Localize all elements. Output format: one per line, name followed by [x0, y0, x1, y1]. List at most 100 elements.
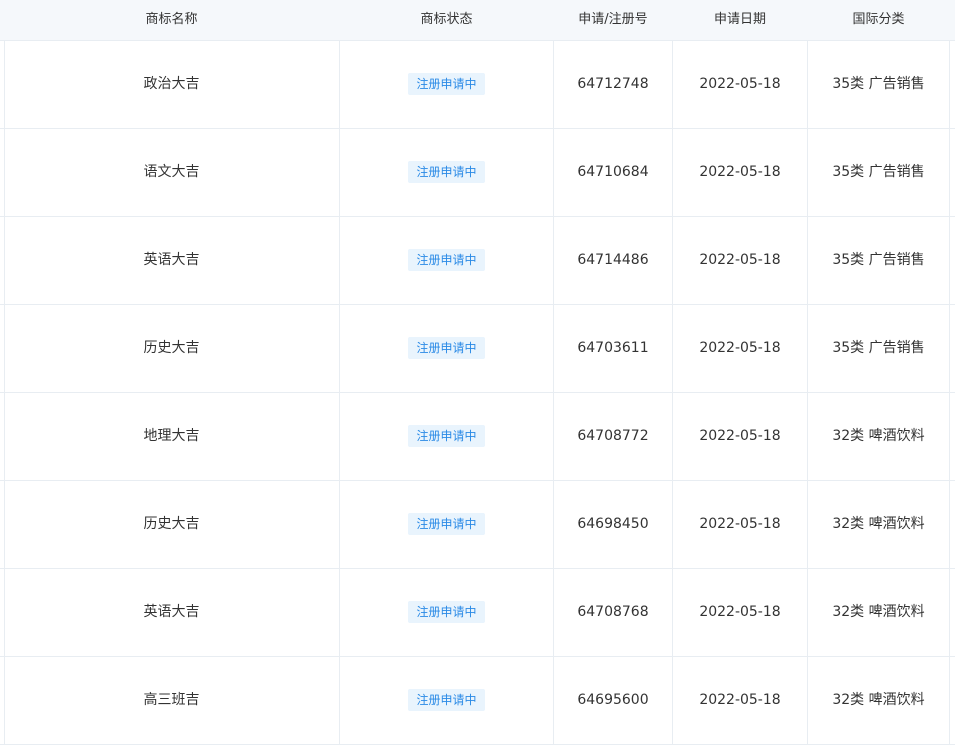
international-class: 32类 啤酒饮料: [832, 604, 925, 620]
status-badge: 注册申请中: [408, 161, 485, 183]
table-body: 政治大吉 注册申请中 64712748 2022-05-18 35类 广告销售 语文大吉注…: [0, 41, 955, 751]
registration-number: 64708772: [577, 428, 649, 444]
column-divider: [949, 217, 950, 305]
registration-number-cell: 64698450: [554, 481, 672, 568]
status-badge: 注册申请中: [408, 73, 485, 95]
status-badge: 注册申请中: [408, 689, 485, 711]
trademark-name-cell: 高三班吉: [4, 657, 339, 744]
trademark-table: 商标名称 商标状态 申请/注册号 申请日期 国际分类 政治大吉 注册申请中 6471…: [0, 0, 955, 751]
registration-number: 64712748: [577, 76, 649, 92]
status-badge: 注册申请中: [408, 337, 485, 359]
registration-number-cell: 64710684: [554, 129, 672, 216]
application-date: 2022-05-18: [699, 692, 781, 708]
international-class: 32类 啤酒饮料: [832, 516, 925, 532]
international-class: 35类 广告销售: [832, 76, 925, 92]
trademark-name: 英语大吉: [143, 252, 200, 268]
trademark-status-cell: 注册申请中: [340, 41, 553, 128]
application-date-cell: 2022-05-18: [673, 217, 807, 304]
application-date: 2022-05-18: [699, 516, 781, 532]
registration-number: 64703611: [577, 340, 649, 356]
table-row[interactable]: 地理大吉 注册申请中 64708772 2022-05-18 32类 啤酒饮料: [0, 393, 955, 481]
international-class-cell: 35类 广告销售: [808, 217, 949, 304]
table-header: 商标名称 商标状态 申请/注册号 申请日期 国际分类: [0, 0, 955, 41]
registration-number: 64695600: [577, 692, 649, 708]
international-class-cell: 32类 啤酒饮料: [808, 657, 949, 744]
application-date: 2022-05-18: [699, 604, 781, 620]
header-reg-no: 申请/注册号: [578, 12, 648, 27]
trademark-name-cell: 英语大吉: [4, 217, 339, 304]
header-name: 商标名称: [145, 12, 198, 27]
status-badge: 注册申请中: [408, 601, 485, 623]
trademark-name-cell: 英语大吉: [4, 569, 339, 656]
trademark-name: 英语大吉: [143, 604, 200, 620]
international-class: 35类 广告销售: [832, 164, 925, 180]
trademark-status-cell: 注册申请中: [340, 393, 553, 480]
table-row[interactable]: 历史大吉 注册申请中 64703611 2022-05-18 35类 广告销售: [0, 305, 955, 393]
registration-number-cell: 64703611: [554, 305, 672, 392]
application-date: 2022-05-18: [699, 164, 781, 180]
international-class-cell: 32类 啤酒饮料: [808, 481, 949, 568]
trademark-name: 历史大吉: [143, 340, 200, 356]
header-class: 国际分类: [852, 12, 905, 27]
column-divider: [949, 129, 950, 217]
registration-number-cell: 64712748: [554, 41, 672, 128]
application-date: 2022-05-18: [699, 252, 781, 268]
column-divider: [949, 569, 950, 657]
international-class: 35类 广告销售: [832, 340, 925, 356]
international-class: 32类 啤酒饮料: [832, 428, 925, 444]
status-badge: 注册申请中: [408, 513, 485, 535]
trademark-status-cell: 注册申请中: [340, 657, 553, 744]
trademark-status-cell: 注册申请中: [340, 305, 553, 392]
registration-number: 64698450: [577, 516, 649, 532]
trademark-name-cell: 语文大吉: [4, 129, 339, 216]
application-date-cell: 2022-05-18: [673, 481, 807, 568]
table-row[interactable]: 历史大吉 注册申请中 64698450 2022-05-18 32类 啤酒饮料: [0, 481, 955, 569]
header-date: 申请日期: [713, 12, 766, 27]
trademark-name-cell: 地理大吉: [4, 393, 339, 480]
table-row[interactable]: 高三班吉 注册申请中 64695600 2022-05-18 32类 啤酒饮料: [0, 657, 955, 745]
international-class-cell: 32类 啤酒饮料: [808, 569, 949, 656]
trademark-name: 高三班吉: [143, 692, 200, 708]
trademark-status-cell: 注册申请中: [340, 129, 553, 216]
application-date-cell: 2022-05-18: [673, 569, 807, 656]
international-class-cell: 32类 啤酒饮料: [808, 393, 949, 480]
application-date: 2022-05-18: [699, 428, 781, 444]
registration-number-cell: 64695600: [554, 657, 672, 744]
application-date-cell: 2022-05-18: [673, 41, 807, 128]
trademark-name: 历史大吉: [143, 516, 200, 532]
trademark-status-cell: 注册申请中: [340, 481, 553, 568]
international-class: 32类 啤酒饮料: [832, 692, 925, 708]
table-row[interactable]: 政治大吉 注册申请中 64712748 2022-05-18 35类 广告销售: [0, 41, 955, 129]
application-date-cell: 2022-05-18: [673, 305, 807, 392]
trademark-name: 语文大吉: [143, 164, 200, 180]
status-badge: 注册申请中: [408, 425, 485, 447]
column-divider: [949, 41, 950, 129]
international-class-cell: 35类 广告销售: [808, 305, 949, 392]
registration-number-cell: 64708768: [554, 569, 672, 656]
trademark-status-cell: 注册申请中: [340, 217, 553, 304]
table-row[interactable]: 英语大吉 注册申请中 64714486 2022-05-18 35类 广告销售: [0, 217, 955, 305]
application-date-cell: 2022-05-18: [673, 393, 807, 480]
trademark-status-cell: 注册申请中: [340, 569, 553, 656]
trademark-name: 政治大吉: [143, 76, 200, 92]
registration-number-cell: 64714486: [554, 217, 672, 304]
application-date: 2022-05-18: [699, 340, 781, 356]
application-date: 2022-05-18: [699, 76, 781, 92]
international-class-cell: 35类 广告销售: [808, 129, 949, 216]
registration-number: 64708768: [577, 604, 649, 620]
registration-number: 64714486: [577, 252, 649, 268]
status-badge: 注册申请中: [408, 249, 485, 271]
trademark-name-cell: 政治大吉: [4, 41, 339, 128]
column-divider: [949, 393, 950, 481]
table-row[interactable]: 英语大吉 注册申请中 64708768 2022-05-18 32类 啤酒饮料: [0, 569, 955, 657]
application-date-cell: 2022-05-18: [673, 129, 807, 216]
header-status: 商标状态: [420, 12, 473, 27]
trademark-name-cell: 历史大吉: [4, 481, 339, 568]
table-row[interactable]: 语文大吉 注册申请中 64710684 2022-05-18 35类 广告销售: [0, 129, 955, 217]
registration-number: 64710684: [577, 164, 649, 180]
application-date-cell: 2022-05-18: [673, 657, 807, 744]
international-class-cell: 35类 广告销售: [808, 41, 949, 128]
registration-number-cell: 64708772: [554, 393, 672, 480]
trademark-name: 地理大吉: [143, 428, 200, 444]
trademark-name-cell: 历史大吉: [4, 305, 339, 392]
